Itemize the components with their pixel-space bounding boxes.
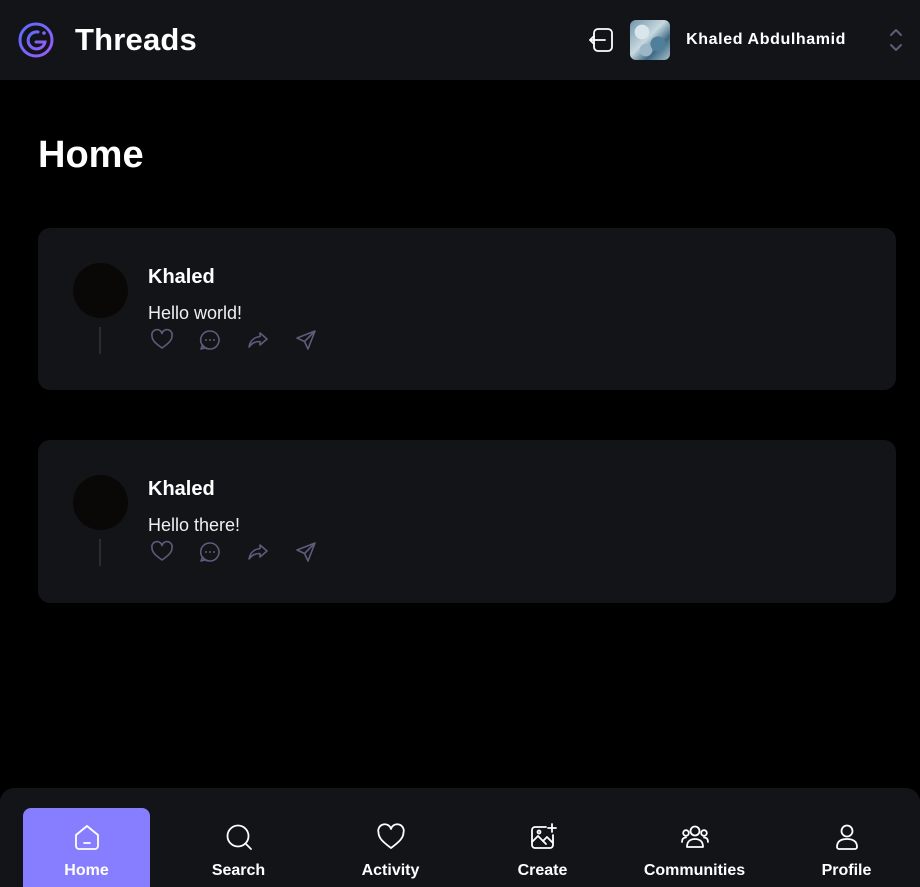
thread-text: Hello there! bbox=[148, 515, 241, 535]
share-icon[interactable] bbox=[294, 540, 342, 564]
heart-icon[interactable] bbox=[150, 328, 198, 352]
nav-label-create: Create bbox=[517, 862, 568, 879]
account-avatar[interactable] bbox=[630, 20, 671, 60]
thread-card: Khaled Hello there! bbox=[38, 440, 896, 603]
user-icon bbox=[835, 824, 858, 850]
page-title: Home bbox=[38, 134, 144, 176]
chevron-up-down-icon[interactable] bbox=[888, 27, 904, 53]
avatar[interactable] bbox=[73, 475, 128, 530]
nav-label-communities: Communities bbox=[643, 862, 746, 879]
thread-author[interactable]: Khaled bbox=[148, 266, 215, 289]
brand[interactable]: Threads bbox=[18, 22, 197, 58]
account-area: Khaled Abdulhamid bbox=[587, 20, 904, 60]
nav-item-activity[interactable]: Activity bbox=[327, 808, 454, 887]
search-icon bbox=[226, 824, 252, 850]
nav-item-search[interactable]: Search bbox=[175, 808, 302, 887]
thread-author[interactable]: Khaled bbox=[148, 478, 215, 501]
app-title: Threads bbox=[75, 22, 197, 57]
top-bar: Threads Khaled Abdulhamid bbox=[0, 0, 920, 80]
thread-connector-line bbox=[99, 539, 101, 566]
avatar[interactable] bbox=[73, 263, 128, 318]
account-name[interactable]: Khaled Abdulhamid bbox=[686, 31, 846, 49]
repost-icon[interactable] bbox=[246, 328, 294, 352]
nav-label-search: Search bbox=[211, 862, 266, 879]
nav-item-profile[interactable]: Profile bbox=[783, 808, 910, 887]
threads-logo-icon bbox=[18, 22, 54, 58]
nav-label-activity: Activity bbox=[361, 862, 420, 879]
nav-item-create[interactable]: Create bbox=[479, 808, 606, 887]
thread-text: Hello world! bbox=[148, 303, 243, 323]
nav-label-profile: Profile bbox=[821, 862, 872, 879]
nav-item-communities[interactable]: Communities bbox=[631, 808, 758, 887]
heart-icon bbox=[376, 823, 405, 849]
heart-icon[interactable] bbox=[150, 540, 198, 564]
thread-card: Khaled Hello world! bbox=[38, 228, 896, 390]
image-plus-icon bbox=[530, 823, 557, 849]
repost-icon[interactable] bbox=[246, 540, 294, 564]
reply-icon[interactable] bbox=[198, 328, 246, 352]
reply-icon[interactable] bbox=[198, 540, 246, 564]
thread-actions bbox=[150, 540, 342, 564]
home-icon bbox=[74, 825, 99, 850]
users-icon bbox=[680, 825, 709, 848]
thread-actions bbox=[150, 328, 342, 352]
share-icon[interactable] bbox=[294, 328, 342, 352]
nav-item-home[interactable]: Home bbox=[23, 808, 150, 887]
bottom-nav: Home Search Activity Create Communities … bbox=[0, 788, 920, 887]
thread-connector-line bbox=[99, 327, 101, 354]
nav-label-home: Home bbox=[64, 862, 109, 879]
logout-icon[interactable] bbox=[587, 26, 615, 54]
